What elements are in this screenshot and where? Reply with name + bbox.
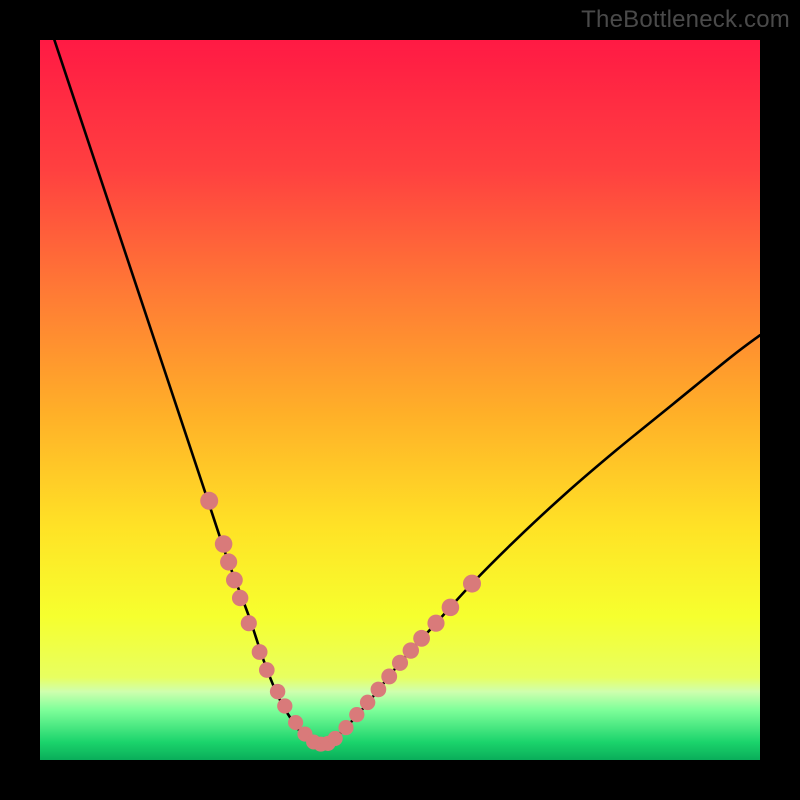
curve-marker — [442, 599, 460, 617]
curve-marker — [200, 492, 218, 510]
curve-marker — [427, 615, 444, 632]
curve-marker — [381, 669, 397, 685]
curve-markers — [200, 492, 481, 752]
curve-marker — [226, 572, 243, 589]
curve-marker — [360, 695, 375, 710]
plot-area — [40, 40, 760, 760]
curve-marker — [277, 698, 292, 713]
curve-marker — [220, 553, 237, 570]
watermark-text: TheBottleneck.com — [581, 6, 790, 34]
curve-marker — [241, 615, 257, 631]
chart-stage: TheBottleneck.com — [0, 0, 800, 800]
curve-marker — [463, 575, 481, 593]
curve-marker — [349, 707, 364, 722]
curve-marker — [338, 720, 353, 735]
curve-marker — [270, 684, 285, 699]
curve-marker — [252, 644, 268, 660]
curve-layer — [40, 40, 760, 760]
curve-marker — [328, 731, 343, 746]
bottleneck-curve — [54, 40, 760, 745]
curve-marker — [215, 535, 233, 553]
curve-marker — [413, 630, 430, 647]
curve-marker — [259, 662, 275, 678]
curve-marker — [371, 682, 387, 698]
curve-marker — [232, 590, 248, 606]
curve-marker — [392, 655, 408, 671]
